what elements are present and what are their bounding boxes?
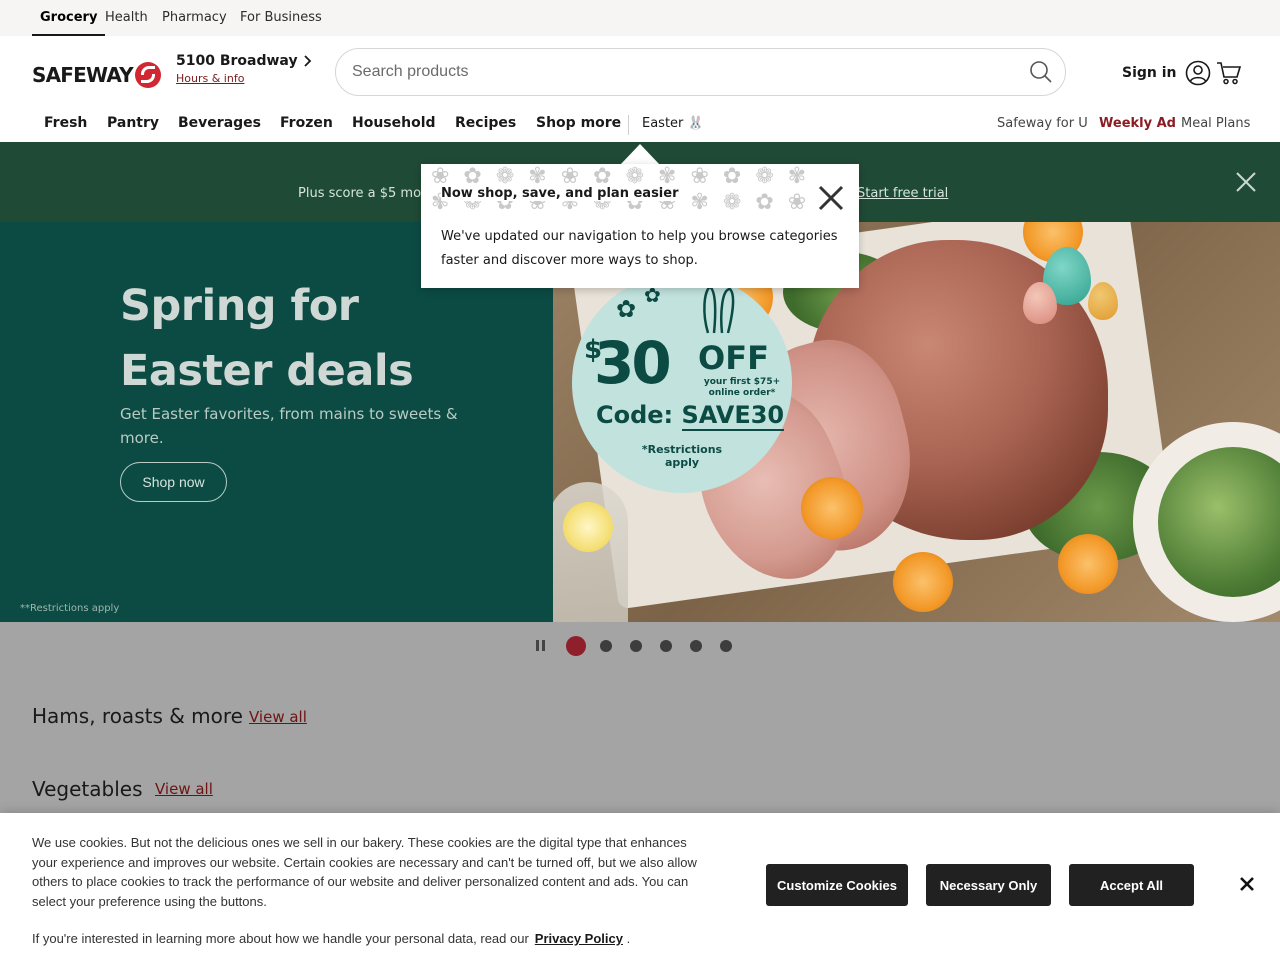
- logo-text: SAFEWAY: [32, 63, 134, 87]
- nav-update-popover: ❀✿❁✾❀✿❁✾❀✿❁✾ ✾❁✿❀✾❁✿❀✾❁✿❀ Now shop, save,…: [421, 164, 859, 288]
- safeway-s-icon: [134, 62, 161, 88]
- accept-all-button[interactable]: Accept All: [1069, 864, 1194, 906]
- coupon-code-label: Code:: [596, 401, 674, 429]
- coupon-detail: your first $75+ online order*: [703, 377, 781, 398]
- hero-title: Spring for Easter deals: [120, 281, 414, 396]
- sign-in-button[interactable]: Sign in: [1122, 60, 1211, 86]
- tab-grocery[interactable]: Grocery: [32, 0, 106, 36]
- nav-weekly-ad[interactable]: Weekly Ad: [1099, 116, 1176, 131]
- promo-text: Plus score a $5 mon: [298, 186, 430, 201]
- chevron-right-icon: [303, 55, 311, 67]
- section-title-hams: Hams, roasts & more: [32, 704, 243, 728]
- nav-safeway-for-u[interactable]: Safeway for U: [997, 116, 1088, 131]
- privacy-policy-link[interactable]: Privacy Policy: [535, 931, 623, 946]
- cookie-banner: We use cookies. But not the delicious on…: [0, 813, 1280, 960]
- nav-frozen[interactable]: Frozen: [280, 115, 333, 131]
- hero-subtitle: Get Easter favorites, from mains to swee…: [120, 405, 458, 447]
- search-input[interactable]: [352, 49, 1012, 95]
- necessary-only-button[interactable]: Necessary Only: [926, 864, 1051, 906]
- coupon-off: OFF: [698, 339, 769, 377]
- coupon-amount: 30: [594, 329, 672, 397]
- carousel-dot-6[interactable]: [720, 640, 732, 652]
- tab-pharmacy[interactable]: Pharmacy: [162, 0, 227, 36]
- view-all-vegetables-link[interactable]: View all: [155, 780, 213, 798]
- start-free-trial-link[interactable]: Start free trial: [857, 186, 948, 201]
- nav-shop-more[interactable]: Shop more: [536, 115, 621, 131]
- carousel-dot-3[interactable]: [630, 640, 642, 652]
- nav-recipes[interactable]: Recipes: [455, 115, 516, 131]
- popover-title: Now shop, save, and plan easier: [441, 186, 683, 201]
- cookie-privacy-line: If you're interested in learning more ab…: [32, 931, 630, 946]
- close-cookie-icon[interactable]: [1238, 875, 1256, 893]
- search-icon[interactable]: [1029, 60, 1053, 84]
- nav-beverages[interactable]: Beverages: [178, 115, 261, 131]
- store-selector[interactable]: 5100 Broadway Hours & info: [176, 53, 312, 85]
- account-icon: [1185, 60, 1210, 86]
- tab-for-business[interactable]: For Business: [240, 0, 322, 36]
- privacy-suffix: .: [626, 931, 631, 946]
- nav-pantry[interactable]: Pantry: [107, 115, 159, 131]
- carousel-dot-5[interactable]: [690, 640, 702, 652]
- privacy-prefix: If you're interested in learning more ab…: [32, 931, 529, 946]
- coupon-terms: *Restrictions apply: [641, 443, 723, 469]
- popover-body: We've updated our navigation to help you…: [441, 229, 838, 268]
- flower-icon: ✿: [616, 295, 637, 323]
- safeway-logo[interactable]: SAFEWAY: [32, 62, 161, 88]
- nav-household[interactable]: Household: [352, 115, 436, 131]
- nav-fresh[interactable]: Fresh: [44, 115, 87, 131]
- store-name-link[interactable]: 5100 Broadway: [176, 53, 312, 69]
- store-name: 5100 Broadway: [176, 53, 298, 69]
- main-nav: Fresh Pantry Beverages Frozen Household …: [0, 108, 1280, 142]
- nav-meal-plans[interactable]: Meal Plans: [1181, 116, 1250, 131]
- close-icon[interactable]: [817, 184, 845, 212]
- cart-icon[interactable]: [1216, 60, 1242, 86]
- shop-now-button[interactable]: Shop now: [120, 462, 227, 502]
- close-promo-icon[interactable]: [1232, 168, 1260, 196]
- cookie-text: We use cookies. But not the delicious on…: [32, 835, 697, 909]
- utility-bar: Grocery Health Pharmacy For Business: [0, 0, 1280, 36]
- view-all-hams-link[interactable]: View all: [249, 708, 307, 726]
- popover-arrow: [620, 144, 660, 165]
- section-title-vegetables: Vegetables: [32, 777, 143, 801]
- nav-easter[interactable]: Easter 🐰: [642, 116, 704, 131]
- restrictions-note: **Restrictions apply: [20, 603, 120, 614]
- carousel-dot-1[interactable]: [566, 636, 586, 656]
- pause-icon[interactable]: [536, 640, 548, 652]
- coupon-code: Code: SAVE30: [596, 401, 785, 431]
- site-header: SAFEWAY 5100 Broadway Hours & info Sign …: [0, 36, 1280, 108]
- coupon-badge: ✿ ✿ $ 30 OFF your first $75+ online orde…: [572, 273, 792, 493]
- bunny-ears-icon: [703, 285, 735, 334]
- search-bar: [335, 48, 1066, 96]
- customize-cookies-button[interactable]: Customize Cookies: [766, 864, 908, 906]
- nav-divider: [628, 115, 629, 135]
- sign-in-label: Sign in: [1122, 65, 1177, 81]
- coupon-code-value: SAVE30: [681, 401, 785, 431]
- carousel-dot-2[interactable]: [600, 640, 612, 652]
- carousel-dot-4[interactable]: [660, 640, 672, 652]
- hours-info-link[interactable]: Hours & info: [176, 72, 312, 85]
- tab-health[interactable]: Health: [105, 0, 148, 36]
